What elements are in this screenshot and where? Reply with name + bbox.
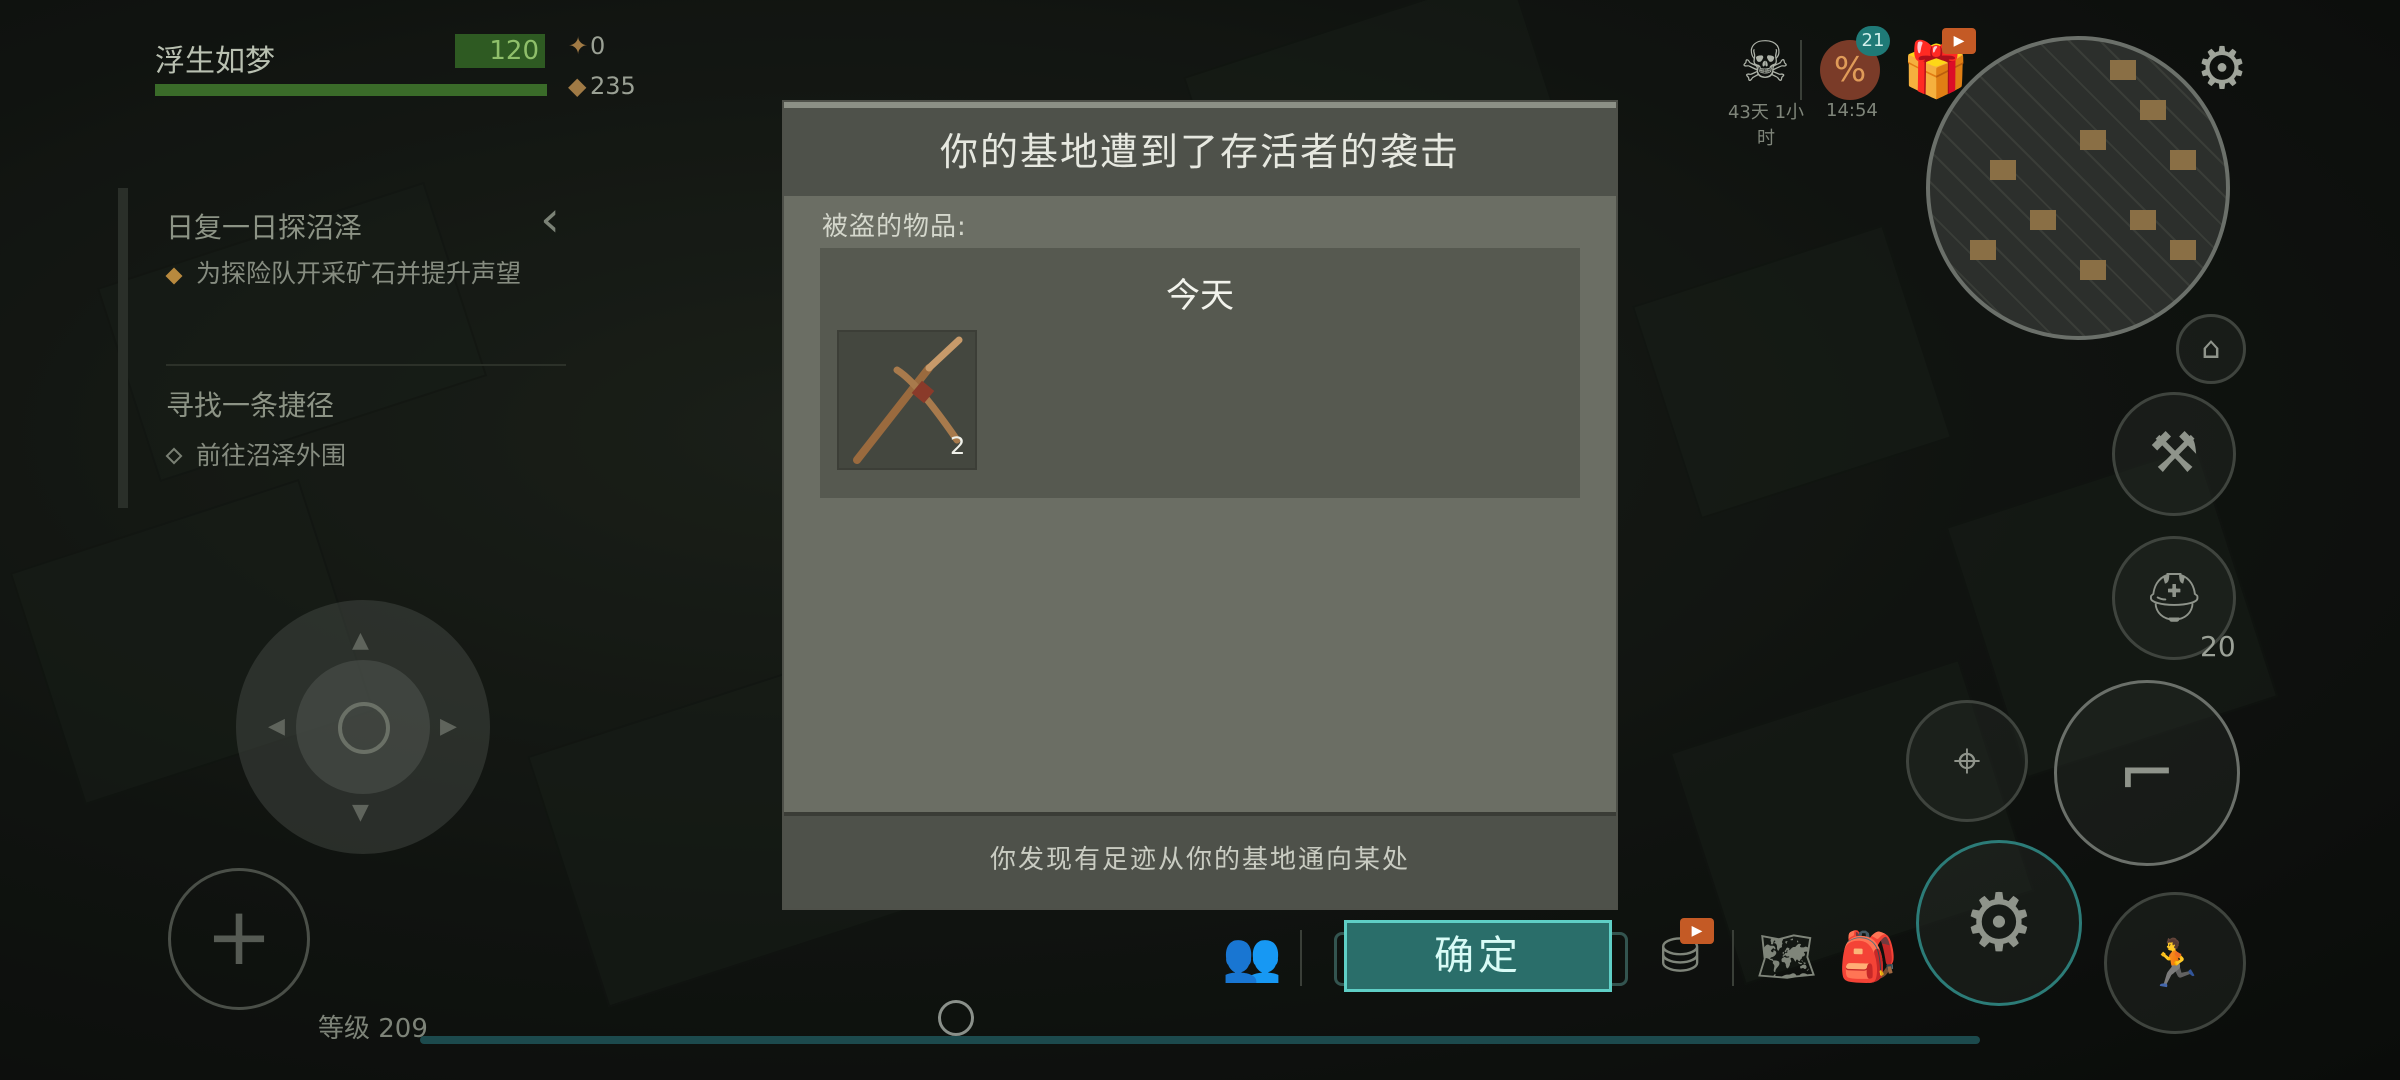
confirm-button[interactable]: 确定 [1344, 920, 1612, 992]
item-count: 20 [2200, 630, 2236, 663]
bar-divider [1300, 930, 1302, 986]
minimap[interactable] [1926, 36, 2230, 340]
quest-2-bullet-icon [165, 447, 183, 465]
map-icon[interactable]: 🗺 [1756, 928, 1817, 985]
video-ad-icon: ▶ [1942, 28, 1976, 54]
hud-divider [1800, 40, 1802, 100]
player-name: 浮生如梦 [155, 44, 275, 79]
stolen-items-label: 被盗的物品: [822, 212, 967, 242]
xp-bar [420, 1036, 1980, 1044]
settings-gear-icon[interactable]: ⚙ [2196, 34, 2248, 102]
resource-2-value: 235 [590, 72, 636, 100]
quest-1-title[interactable]: 日复一日探沼泽 [166, 206, 362, 246]
hp-bar [155, 84, 547, 96]
quest-2-task: 前往沼泽外围 [196, 441, 347, 470]
quest-1-task: 为探险队开采矿石并提升声望 [196, 259, 522, 288]
bar-divider-2 [1732, 930, 1734, 986]
base-vehicle-icon[interactable]: ⌂ [2176, 314, 2246, 384]
resource-2: ◆ 235 [568, 72, 636, 100]
coins-video-icon: ▶ [1680, 918, 1714, 944]
friends-icon[interactable]: 👥 [1222, 928, 1282, 985]
aim-target-icon[interactable]: ⌖ [1906, 700, 2028, 822]
raid-timer: 43天 1小时 [1727, 102, 1805, 149]
xp-marker-icon [938, 1000, 974, 1036]
raid-skull-icon[interactable]: ☠ [1740, 30, 1790, 95]
hp-value: 120 [455, 34, 545, 68]
joystick-right-icon: ▶ [440, 714, 457, 739]
level-label: 等级 209 [318, 1014, 428, 1044]
shop-badge: 21 [1856, 26, 1890, 56]
weapon-rifle-icon[interactable]: ⌐ [2054, 680, 2240, 866]
dialog-title: 你的基地遭到了存活者的袭击 [939, 130, 1460, 174]
quest-1-bullet-icon [165, 267, 183, 285]
joystick-knob[interactable] [338, 702, 390, 754]
shop-timer: 14:54 [1826, 100, 1878, 121]
stolen-item-count: 2 [950, 432, 966, 460]
crafting-hammer-icon[interactable]: ⚒ [2112, 392, 2236, 516]
day-label: 今天 [1166, 276, 1234, 316]
joystick-up-icon: ▲ [352, 628, 369, 653]
quest-2-title[interactable]: 寻找一条捷径 [166, 384, 334, 424]
sprint-run-icon[interactable]: 🏃 [2104, 892, 2246, 1034]
inventory-backpack-icon[interactable]: 🎒 [1838, 928, 1898, 985]
quest-divider [166, 364, 566, 366]
resource-1-value: 0 [590, 32, 606, 60]
resource-1: ✦0 [568, 32, 605, 60]
collapse-quests-icon[interactable]: ‹ [540, 190, 560, 248]
action-gears-icon[interactable]: ⚙ [1916, 840, 2082, 1006]
joystick-down-icon: ▼ [352, 800, 369, 825]
plus-icon[interactable]: + [168, 868, 310, 1010]
footer-message: 你发现有足迹从你的基地通向某处 [989, 845, 1410, 875]
resource-1-icon: ✦ [568, 32, 589, 60]
resource-2-icon: ◆ [568, 72, 587, 100]
quest-panel[interactable]: 日复一日探沼泽 为探险队开采矿石并提升声望 寻找一条捷径 前往沼泽外围 [118, 188, 566, 508]
joystick-left-icon: ◀ [268, 714, 285, 739]
